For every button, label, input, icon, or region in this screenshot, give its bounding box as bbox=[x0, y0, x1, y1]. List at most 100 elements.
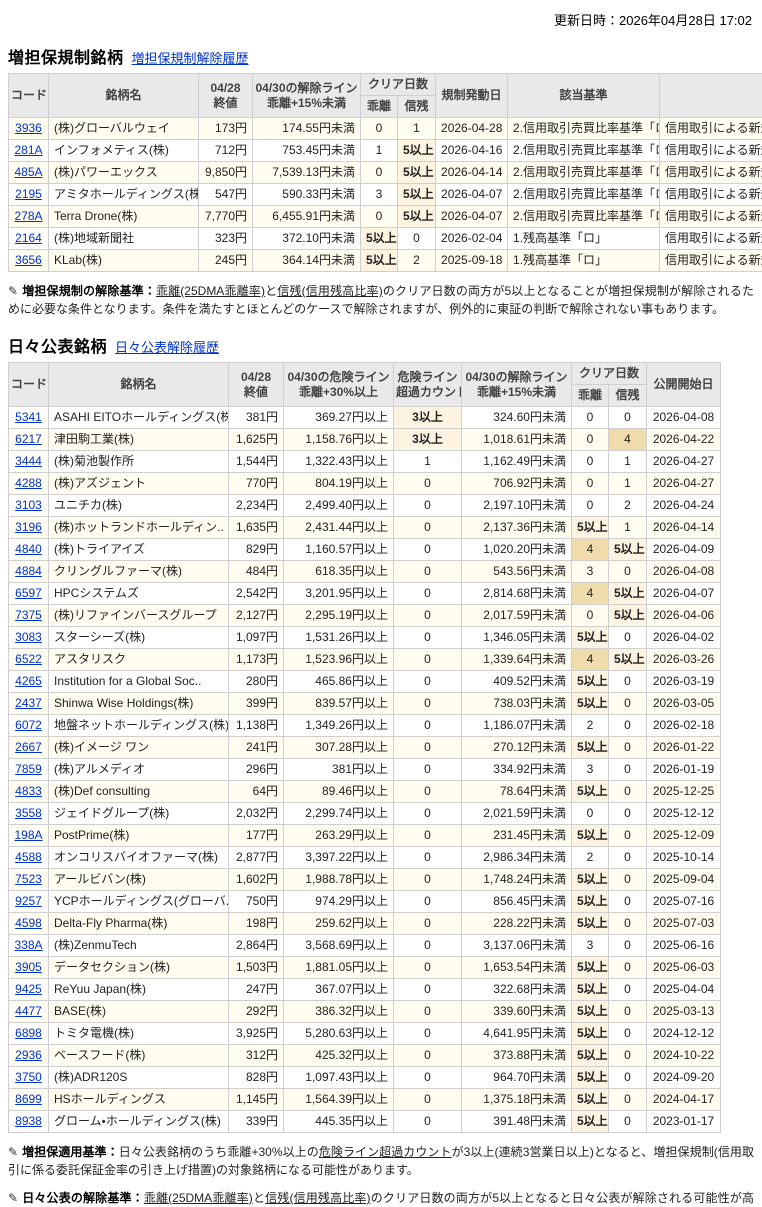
note-label: 増担保適用基準： bbox=[22, 1145, 119, 1159]
kairi-days-cell: 3 bbox=[571, 560, 609, 583]
danger-line-cell: 1,564.39円以上 bbox=[283, 1088, 394, 1111]
release-line-cell: 409.52円未満 bbox=[461, 670, 572, 693]
open-date-cell: 2026-04-14 bbox=[646, 516, 722, 539]
stock-code-link[interactable]: 485A bbox=[8, 161, 49, 184]
stock-code-link[interactable]: 3750 bbox=[8, 1066, 49, 1089]
danger-line-cell: 2,295.19円以上 bbox=[283, 604, 394, 627]
danger-count-cell: 0 bbox=[393, 736, 462, 759]
stock-code-link[interactable]: 3558 bbox=[8, 802, 49, 825]
stock-code-link[interactable]: 6898 bbox=[8, 1022, 49, 1045]
kairi-days-cell: 5以上 bbox=[571, 890, 609, 913]
table-row: 338A (株)ZenmuTech 2,864円 3,568.69円以上 0 3… bbox=[8, 934, 722, 957]
close-price-cell: 1,173円 bbox=[228, 648, 284, 671]
stock-code-link[interactable]: 7523 bbox=[8, 868, 49, 891]
table-row: 5341 ASAHI EITOホールディングス(株) 381円 369.27円以… bbox=[8, 406, 722, 429]
shinzan-days-cell: 0 bbox=[607, 1088, 648, 1111]
stock-code-link[interactable]: 281A bbox=[8, 139, 49, 162]
criteria-cell: 2.信用取引売買比率基準「ロ」 bbox=[507, 161, 661, 184]
stock-code-link[interactable]: 4840 bbox=[8, 538, 49, 561]
col-header-clear-days: クリア日数 bbox=[570, 362, 648, 385]
stock-code-link[interactable]: 338A bbox=[8, 934, 49, 957]
stock-code-link[interactable]: 7375 bbox=[8, 604, 49, 627]
underlined-term: 乖離(25DMA乖離率) bbox=[143, 1191, 253, 1205]
stock-code-link[interactable]: 9425 bbox=[8, 978, 49, 1001]
danger-line-cell: 465.86円以上 bbox=[283, 670, 394, 693]
release-line-cell: 738.03円未満 bbox=[461, 692, 572, 715]
stock-code-link[interactable]: 3083 bbox=[8, 626, 49, 649]
stock-code-link[interactable]: 2936 bbox=[8, 1044, 49, 1067]
hibi-release-criteria-note: ✎ 日々公表の解除基準：乖離(25DMA乖離率)と信残(信用残高比率)のクリア日数… bbox=[8, 1189, 754, 1207]
stock-code-link[interactable]: 3196 bbox=[8, 516, 49, 539]
open-date-cell: 2025-06-16 bbox=[646, 934, 722, 957]
open-date-cell: 2026-03-05 bbox=[646, 692, 722, 715]
release-line-cell: 964.70円未満 bbox=[461, 1066, 572, 1089]
hibi-history-link[interactable]: 日々公表解除履歴 bbox=[115, 337, 219, 356]
stock-code-link[interactable]: 6072 bbox=[8, 714, 49, 737]
stock-code-link[interactable]: 3905 bbox=[8, 956, 49, 979]
stock-code-link[interactable]: 2437 bbox=[8, 692, 49, 715]
close-price-cell: 1,602円 bbox=[228, 868, 284, 891]
stock-code-link[interactable]: 4265 bbox=[8, 670, 49, 693]
stock-code-link[interactable]: 198A bbox=[8, 824, 49, 847]
stock-code-link[interactable]: 8938 bbox=[8, 1110, 49, 1133]
stock-name-cell: (株)リファインバースグループ bbox=[48, 604, 229, 627]
stock-code-link[interactable]: 6522 bbox=[8, 648, 49, 671]
table-row: 2667 (株)イメージ ワン 241円 307.28円以上 0 270.12円… bbox=[8, 736, 722, 759]
open-date-cell: 2026-03-19 bbox=[646, 670, 722, 693]
stock-code-link[interactable]: 3936 bbox=[8, 117, 49, 140]
close-price-cell: 547円 bbox=[198, 183, 253, 206]
release-line-cell: 1,339.64円未満 bbox=[461, 648, 572, 671]
masho-history-link[interactable]: 増担保規制解除履歴 bbox=[132, 48, 249, 67]
memo-icon: ✎ bbox=[8, 284, 19, 298]
release-line-cell: 2,986.34円未満 bbox=[461, 846, 572, 869]
shinzan-days-cell: 0 bbox=[607, 626, 648, 649]
criteria-cell: 2.信用取引売買比率基準「ロ」 bbox=[507, 205, 661, 228]
close-price-cell: 312円 bbox=[228, 1044, 284, 1067]
kairi-days-cell: 5以上 bbox=[571, 1110, 609, 1133]
release-line-cell: 543.56円未満 bbox=[461, 560, 572, 583]
stock-code-link[interactable]: 6597 bbox=[8, 582, 49, 605]
note-text: と bbox=[264, 284, 278, 298]
stock-code-link[interactable]: 4833 bbox=[8, 780, 49, 803]
stock-code-link[interactable]: 4477 bbox=[8, 1000, 49, 1023]
regulation-note-cell: 信用取引による新規 bbox=[659, 139, 762, 162]
table-row: 4840 (株)トライアイズ 829円 1,160.57円以上 0 1,020.… bbox=[8, 538, 722, 561]
open-date-cell: 2024-10-22 bbox=[646, 1044, 722, 1067]
stock-code-link[interactable]: 8699 bbox=[8, 1088, 49, 1111]
shinzan-days-cell: 0 bbox=[607, 406, 648, 429]
stock-code-link[interactable]: 278A bbox=[8, 205, 49, 228]
close-price-cell: 2,864円 bbox=[228, 934, 284, 957]
shinzan-days-cell: 0 bbox=[607, 978, 648, 1001]
stock-code-link[interactable]: 2195 bbox=[8, 183, 49, 206]
kairi-days-cell: 5以上 bbox=[360, 249, 398, 272]
stock-code-link[interactable]: 4598 bbox=[8, 912, 49, 935]
release-line-cell: 373.88円未満 bbox=[461, 1044, 572, 1067]
stock-name-cell: (株)アズジェント bbox=[48, 472, 229, 495]
stock-code-link[interactable]: 6217 bbox=[8, 428, 49, 451]
close-price-cell: 1,544円 bbox=[228, 450, 284, 473]
stock-code-link[interactable]: 4288 bbox=[8, 472, 49, 495]
stock-name-cell: 地盤ネットホールディングス(株) bbox=[48, 714, 229, 737]
release-line-cell: 174.55円未満 bbox=[252, 117, 361, 140]
stock-code-link[interactable]: 4884 bbox=[8, 560, 49, 583]
open-date-cell: 2026-04-09 bbox=[646, 538, 722, 561]
stock-code-link[interactable]: 5341 bbox=[8, 406, 49, 429]
close-price-cell: 2,032円 bbox=[228, 802, 284, 825]
stock-code-link[interactable]: 3656 bbox=[8, 249, 49, 272]
open-date-cell: 2026-04-27 bbox=[646, 450, 722, 473]
stock-name-cell: Delta-Fly Pharma(株) bbox=[48, 912, 229, 935]
open-date-cell: 2023-01-17 bbox=[646, 1110, 722, 1133]
stock-code-link[interactable]: 4588 bbox=[8, 846, 49, 869]
close-price-cell: 1,503円 bbox=[228, 956, 284, 979]
danger-line-cell: 307.28円以上 bbox=[283, 736, 394, 759]
stock-code-link[interactable]: 3444 bbox=[8, 450, 49, 473]
close-price-cell: 2,542円 bbox=[228, 582, 284, 605]
danger-line-cell: 1,160.57円以上 bbox=[283, 538, 394, 561]
stock-code-link[interactable]: 9257 bbox=[8, 890, 49, 913]
danger-line-cell: 445.35円以上 bbox=[283, 1110, 394, 1133]
regulation-date-cell: 2026-04-07 bbox=[435, 183, 509, 206]
stock-code-link[interactable]: 2164 bbox=[8, 227, 49, 250]
stock-code-link[interactable]: 7859 bbox=[8, 758, 49, 781]
stock-code-link[interactable]: 2667 bbox=[8, 736, 49, 759]
stock-code-link[interactable]: 3103 bbox=[8, 494, 49, 517]
